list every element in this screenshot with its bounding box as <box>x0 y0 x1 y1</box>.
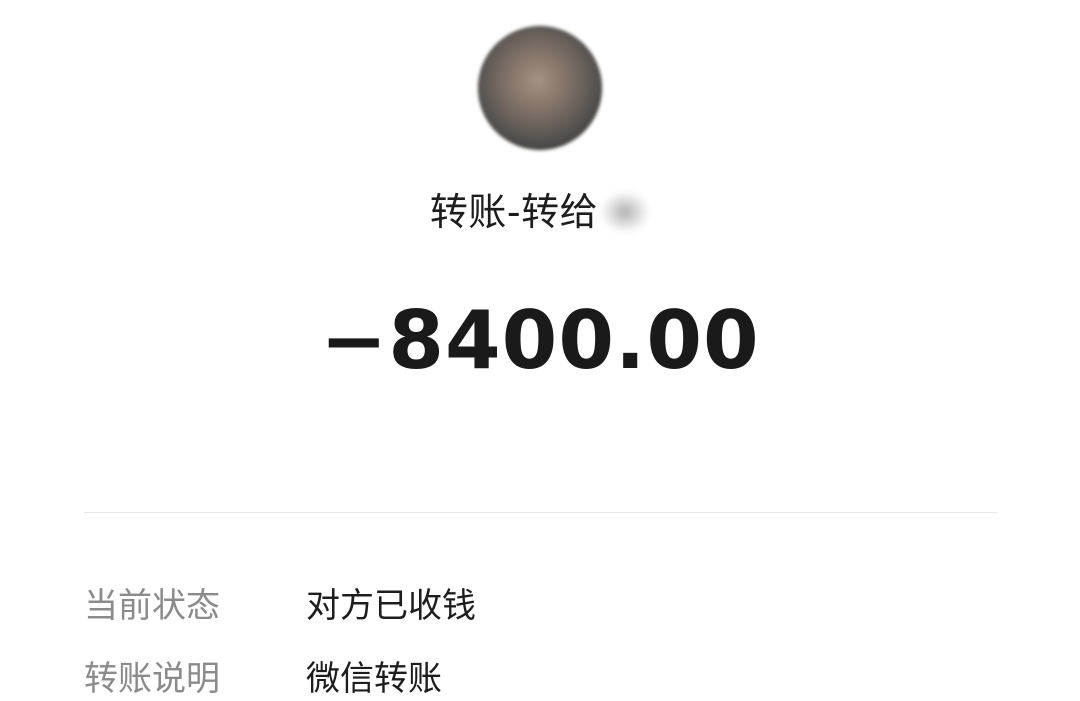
transfer-amount: −8400.00 <box>320 294 760 387</box>
detail-value-note: 微信转账 <box>306 658 442 699</box>
payee-avatar <box>478 26 602 150</box>
transfer-detail-screen: 转账-转给 −8400.00 当前状态 对方已收钱 转账说明 微信转账 <box>0 0 1080 701</box>
detail-value-status: 对方已收钱 <box>306 585 476 626</box>
transfer-title-row: 转账-转给 <box>0 182 1080 242</box>
transfer-title: 转账-转给 <box>429 190 599 234</box>
detail-row-note: 转账说明 微信转账 <box>84 651 998 699</box>
redacted-payee-name <box>600 191 651 233</box>
detail-label-status: 当前状态 <box>84 585 220 626</box>
section-divider <box>84 512 998 513</box>
detail-label-note: 转账说明 <box>84 658 220 699</box>
detail-row-status: 当前状态 对方已收钱 <box>84 578 998 626</box>
